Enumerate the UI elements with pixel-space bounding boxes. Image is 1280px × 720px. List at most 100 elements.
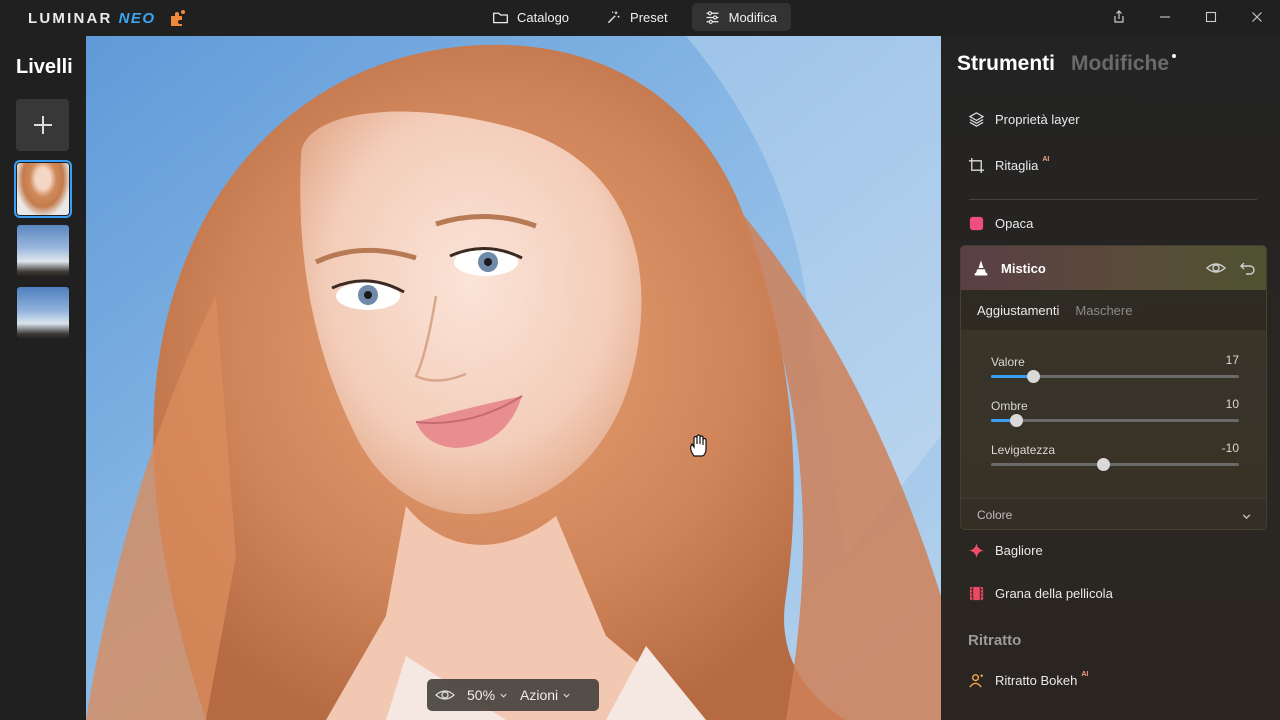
title-bar: LUMINAR NEO Catalogo Preset Modifica xyxy=(0,0,1280,36)
ai-badge: AI xyxy=(1081,671,1089,678)
logo-word: LUMINAR xyxy=(28,9,113,27)
portrait-section-title: Ritratto xyxy=(968,632,1022,649)
share-icon xyxy=(1114,10,1124,23)
logo-neo: NEO xyxy=(118,9,156,27)
mystic-sliders: Valore 17 Ombre 10 Levigatezza -10 xyxy=(961,330,1266,498)
tab-edits-label: Modifiche xyxy=(1071,52,1170,75)
mystic-icon xyxy=(974,260,988,276)
subtab-masks[interactable]: Maschere xyxy=(1075,303,1132,318)
tool-crop[interactable]: Ritaglia AI xyxy=(968,156,1050,174)
slider-shadows-label: Ombre xyxy=(991,399,1028,413)
tool-glow[interactable]: Bagliore xyxy=(968,542,1043,559)
tools-panel: Strumenti Modifiche Proprietà layer Rita… xyxy=(941,36,1280,720)
film-strip-icon xyxy=(969,586,984,601)
mode-edit-label: Modifica xyxy=(728,9,778,25)
layers-title: Livelli xyxy=(16,56,73,78)
slider-shadows: Ombre 10 xyxy=(991,397,1239,427)
slider-smoothness-track[interactable] xyxy=(991,458,1239,471)
close-button[interactable] xyxy=(1234,0,1280,34)
tool-film-grain[interactable]: Grana della pellicola xyxy=(968,585,1113,602)
chevron-down-icon xyxy=(563,693,570,698)
minimize-button[interactable] xyxy=(1142,0,1188,34)
magic-wand-icon xyxy=(607,11,620,23)
tool-layer-properties-label: Proprietà layer xyxy=(995,112,1080,127)
ai-badge: AI xyxy=(1042,156,1050,163)
chevron-down-icon xyxy=(1242,514,1251,520)
hand-cursor-icon xyxy=(690,434,707,457)
close-icon xyxy=(1252,12,1262,22)
layer-thumb-sky-2[interactable] xyxy=(17,287,69,339)
portrait-photo xyxy=(86,36,941,720)
slider-amount-knob[interactable] xyxy=(1027,370,1041,383)
eye-icon xyxy=(435,690,455,700)
slider-shadows-knob[interactable] xyxy=(1009,414,1023,427)
subtab-adjustments[interactable]: Aggiustamenti xyxy=(977,303,1059,318)
portrait-bokeh-icon xyxy=(969,674,983,688)
actions-dropdown[interactable]: Azioni xyxy=(520,687,571,703)
chevron-down-icon xyxy=(500,693,507,698)
window-controls xyxy=(1096,0,1280,34)
tool-film-grain-label: Grana della pellicola xyxy=(995,586,1113,601)
tool-portrait-bokeh[interactable]: Ritratto Bokeh AI xyxy=(968,671,1089,689)
mystic-subtabs: Aggiustamenti Maschere xyxy=(961,290,1266,330)
tool-glow-label: Bagliore xyxy=(995,543,1043,558)
mystic-tool-card: Mistico Aggiustamenti Maschere Valore 17… xyxy=(960,245,1267,530)
mystic-header[interactable]: Mistico xyxy=(961,246,1266,290)
app-logo: LUMINAR NEO xyxy=(28,9,188,27)
plus-icon xyxy=(33,116,52,134)
extensions-puzzle-icon[interactable] xyxy=(168,8,188,28)
edits-indicator-dot xyxy=(1172,54,1177,58)
layers-panel: Livelli xyxy=(0,36,86,720)
tool-layer-properties[interactable]: Proprietà layer xyxy=(968,111,1080,128)
color-section-label: Colore xyxy=(977,508,1013,522)
slider-smoothness: Levigatezza -10 xyxy=(991,441,1239,471)
slider-amount-track[interactable] xyxy=(991,370,1239,383)
sliders-icon xyxy=(706,10,719,24)
slider-amount-label: Valore xyxy=(991,355,1025,369)
slider-smoothness-label: Levigatezza xyxy=(991,443,1056,457)
eye-icon[interactable] xyxy=(1206,258,1226,278)
tool-matte[interactable]: Opaca xyxy=(968,215,1033,232)
slider-shadows-track[interactable] xyxy=(991,414,1239,427)
panel-divider xyxy=(969,199,1257,200)
zoom-value: 50% xyxy=(467,687,496,703)
color-section-toggle[interactable]: Colore xyxy=(961,498,1266,529)
tool-portrait-bokeh-label: Ritratto Bokeh xyxy=(995,673,1078,688)
minimize-icon xyxy=(1160,16,1170,18)
slider-amount: Valore 17 xyxy=(991,353,1239,383)
maximize-icon xyxy=(1205,11,1217,23)
layers-stack-icon xyxy=(968,112,985,127)
add-layer-button[interactable] xyxy=(16,99,69,151)
preview-toggle-button[interactable] xyxy=(435,685,455,705)
tab-tools[interactable]: Strumenti xyxy=(957,52,1055,76)
reset-undo-icon[interactable] xyxy=(1238,258,1258,278)
actions-label: Azioni xyxy=(520,687,559,703)
tool-crop-label: Ritaglia xyxy=(995,158,1039,173)
canvas-toolbar: 50% Azioni xyxy=(427,679,599,711)
crop-icon xyxy=(968,157,985,174)
image-canvas[interactable]: 50% Azioni xyxy=(86,36,941,720)
slider-shadows-value: 10 xyxy=(1225,397,1239,411)
slider-amount-value: 17 xyxy=(1225,353,1239,367)
slider-smoothness-knob[interactable] xyxy=(1096,458,1110,471)
share-button[interactable] xyxy=(1096,0,1142,34)
tool-matte-label: Opaca xyxy=(995,216,1034,231)
folder-icon xyxy=(493,12,508,23)
tab-edits[interactable]: Modifiche xyxy=(1071,52,1177,76)
mode-catalog[interactable]: Catalogo xyxy=(480,3,583,31)
mode-preset-label: Preset xyxy=(630,9,668,25)
mode-catalog-label: Catalogo xyxy=(517,9,570,25)
sparkle-icon xyxy=(968,542,985,559)
mode-switcher: Catalogo Preset Modifica xyxy=(480,3,792,31)
matte-square-icon xyxy=(969,216,984,231)
mystic-actions xyxy=(1206,258,1258,278)
layer-thumb-sky-1[interactable] xyxy=(17,225,69,277)
slider-smoothness-value: -10 xyxy=(1221,441,1239,455)
mystic-title: Mistico xyxy=(1001,260,1046,276)
maximize-button[interactable] xyxy=(1188,0,1234,34)
mode-preset[interactable]: Preset xyxy=(593,3,682,31)
mode-edit[interactable]: Modifica xyxy=(691,3,792,31)
panel-tabs: Strumenti Modifiche xyxy=(957,52,1177,76)
layer-thumb-portrait[interactable] xyxy=(14,160,72,218)
zoom-dropdown[interactable]: 50% xyxy=(467,687,508,703)
